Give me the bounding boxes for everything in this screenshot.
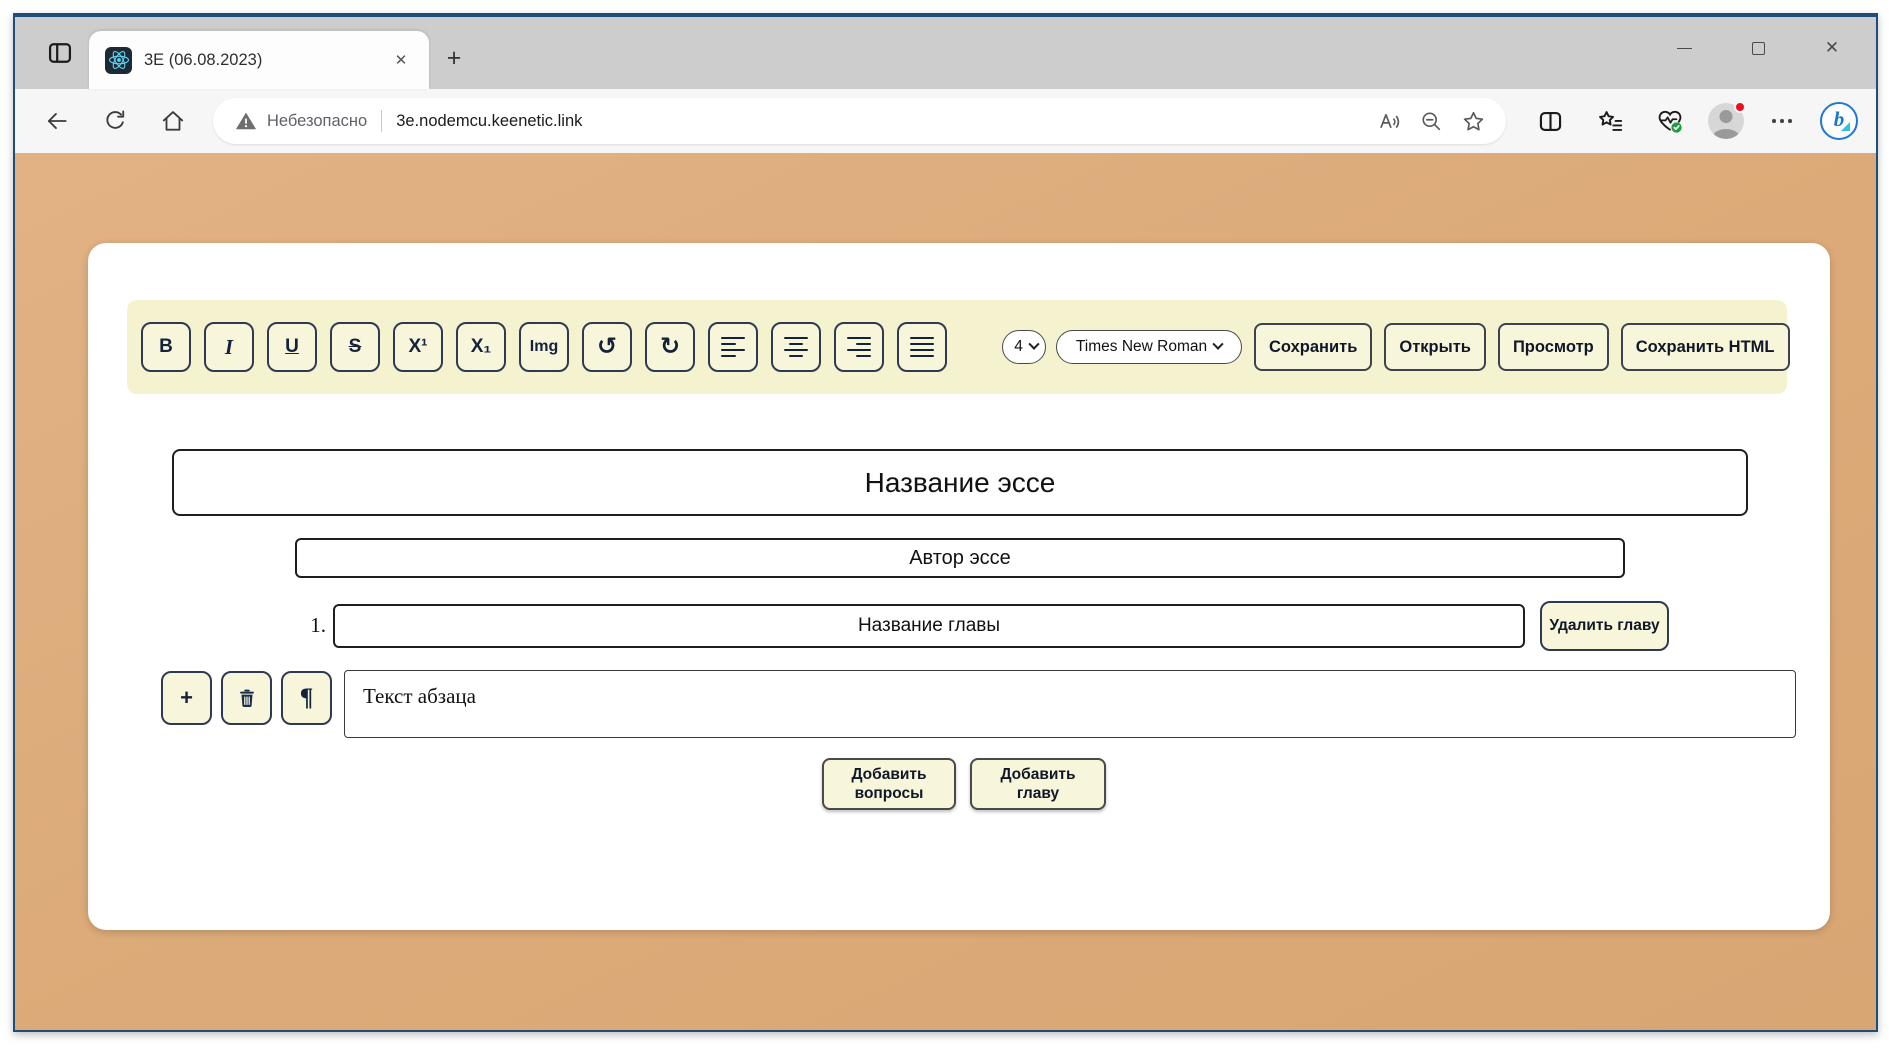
redo-button[interactable]: ↻ (645, 322, 695, 372)
address-bar[interactable]: Небезопасно 3e.nodemcu.keenetic.link (213, 98, 1506, 144)
close-window-button[interactable]: ✕ (1810, 31, 1854, 65)
redo-icon: ↻ (660, 332, 680, 360)
font-family-value: Times New Roman (1076, 338, 1207, 356)
bing-chat-button[interactable]: b (1820, 102, 1858, 140)
screen: 3E (06.08.2023) ✕ + ✕ (0, 0, 1891, 1048)
star-icon (1461, 109, 1486, 134)
navigation-bar: Небезопасно 3e.nodemcu.keenetic.link (15, 89, 1876, 153)
insert-image-button[interactable]: Img (519, 322, 569, 372)
justify-button[interactable] (897, 322, 947, 372)
essay-title-input[interactable] (172, 449, 1748, 516)
paragraph-tools: + ¶ (161, 671, 332, 725)
browser-essentials-icon (1656, 107, 1684, 135)
superscript-button[interactable]: X¹ (393, 322, 443, 372)
insecure-warning-icon (235, 110, 257, 132)
read-aloud-icon (1377, 109, 1402, 134)
zoom-out-icon (1419, 109, 1444, 134)
new-tab-button[interactable]: + (437, 41, 471, 75)
tab-strip: 3E (06.08.2023) ✕ + ✕ (15, 17, 1876, 89)
url-text: 3e.nodemcu.keenetic.link (396, 112, 582, 131)
font-size-select[interactable]: 4 (1002, 330, 1046, 364)
align-left-icon (721, 337, 745, 358)
preview-button[interactable]: Просмотр (1498, 323, 1609, 371)
bing-icon: b (1834, 109, 1845, 130)
home-button[interactable] (151, 99, 195, 143)
align-right-icon (847, 337, 871, 358)
read-aloud-button[interactable] (1368, 99, 1410, 143)
bold-button[interactable]: B (141, 322, 191, 372)
chapter-number: 1. (286, 613, 326, 638)
paragraph-text-input[interactable]: Текст абзаца (344, 670, 1796, 738)
align-center-button[interactable] (771, 322, 821, 372)
browser-essentials-button[interactable] (1648, 99, 1692, 143)
trash-icon (236, 687, 258, 709)
justify-icon (910, 337, 934, 358)
zoom-out-button[interactable] (1410, 99, 1452, 143)
align-center-icon (784, 337, 808, 358)
strikethrough-button[interactable]: S (330, 322, 380, 372)
window-controls: ✕ (1662, 31, 1854, 65)
split-screen-button[interactable] (1528, 99, 1572, 143)
split-screen-icon (1537, 108, 1564, 135)
align-right-button[interactable] (834, 322, 884, 372)
web-page: B I U S X¹ X₁ Img ↺ ↻ (15, 153, 1876, 1030)
refresh-icon (102, 108, 128, 134)
tab-actions-icon (46, 39, 74, 67)
nav-buttons (35, 99, 195, 143)
security-label: Небезопасно (267, 112, 367, 131)
favorites-list-icon (1597, 108, 1624, 135)
react-favicon-icon (105, 47, 132, 74)
italic-button[interactable]: I (204, 322, 254, 372)
address-divider (381, 110, 382, 132)
subscript-button[interactable]: X₁ (456, 322, 506, 372)
minimize-icon (1677, 48, 1692, 49)
undo-button[interactable]: ↺ (582, 322, 632, 372)
browser-window: 3E (06.08.2023) ✕ + ✕ (13, 13, 1878, 1032)
settings-more-button[interactable] (1760, 99, 1804, 143)
essay-editor-card: B I U S X¹ X₁ Img ↺ ↻ (88, 243, 1830, 930)
chapter-title-input[interactable] (333, 604, 1525, 648)
editor-toolbar: B I U S X¹ X₁ Img ↺ ↻ (127, 300, 1787, 394)
add-paragraph-button[interactable]: + (161, 671, 212, 725)
back-icon (44, 108, 70, 134)
profile-button[interactable] (1708, 103, 1744, 139)
delete-chapter-button[interactable]: Удалить главу (1540, 601, 1669, 651)
browser-tab[interactable]: 3E (06.08.2023) ✕ (89, 31, 429, 89)
browser-action-icons: b (1528, 99, 1858, 143)
tab-actions-button[interactable] (37, 33, 83, 73)
save-html-button[interactable]: Сохранить HTML (1621, 323, 1790, 371)
close-tab-icon[interactable]: ✕ (387, 46, 415, 74)
font-size-value: 4 (1014, 338, 1023, 356)
refresh-button[interactable] (93, 99, 137, 143)
notification-dot (1734, 101, 1746, 113)
add-chapter-button[interactable]: Добавить главу (970, 758, 1106, 810)
underline-button[interactable]: U (267, 322, 317, 372)
more-icon (1772, 119, 1792, 123)
minimize-button[interactable] (1662, 31, 1706, 65)
open-button[interactable]: Открыть (1384, 323, 1486, 371)
undo-icon: ↺ (597, 332, 617, 360)
add-questions-button[interactable]: Добавить вопросы (822, 758, 956, 810)
essay-author-input[interactable] (295, 538, 1625, 578)
home-icon (160, 108, 186, 134)
align-left-button[interactable] (708, 322, 758, 372)
font-family-select[interactable]: Times New Roman (1056, 330, 1242, 364)
delete-paragraph-button[interactable] (221, 671, 272, 725)
tab-title: 3E (06.08.2023) (144, 51, 387, 70)
maximize-icon (1752, 42, 1765, 55)
favorite-star-button[interactable] (1452, 99, 1494, 143)
back-button[interactable] (35, 99, 79, 143)
pilcrow-button[interactable]: ¶ (281, 671, 332, 725)
chevron-down-icon (1028, 339, 1039, 350)
favorites-list-button[interactable] (1588, 99, 1632, 143)
maximize-button[interactable] (1736, 31, 1780, 65)
chevron-down-icon (1212, 339, 1223, 350)
save-button[interactable]: Сохранить (1254, 323, 1372, 371)
